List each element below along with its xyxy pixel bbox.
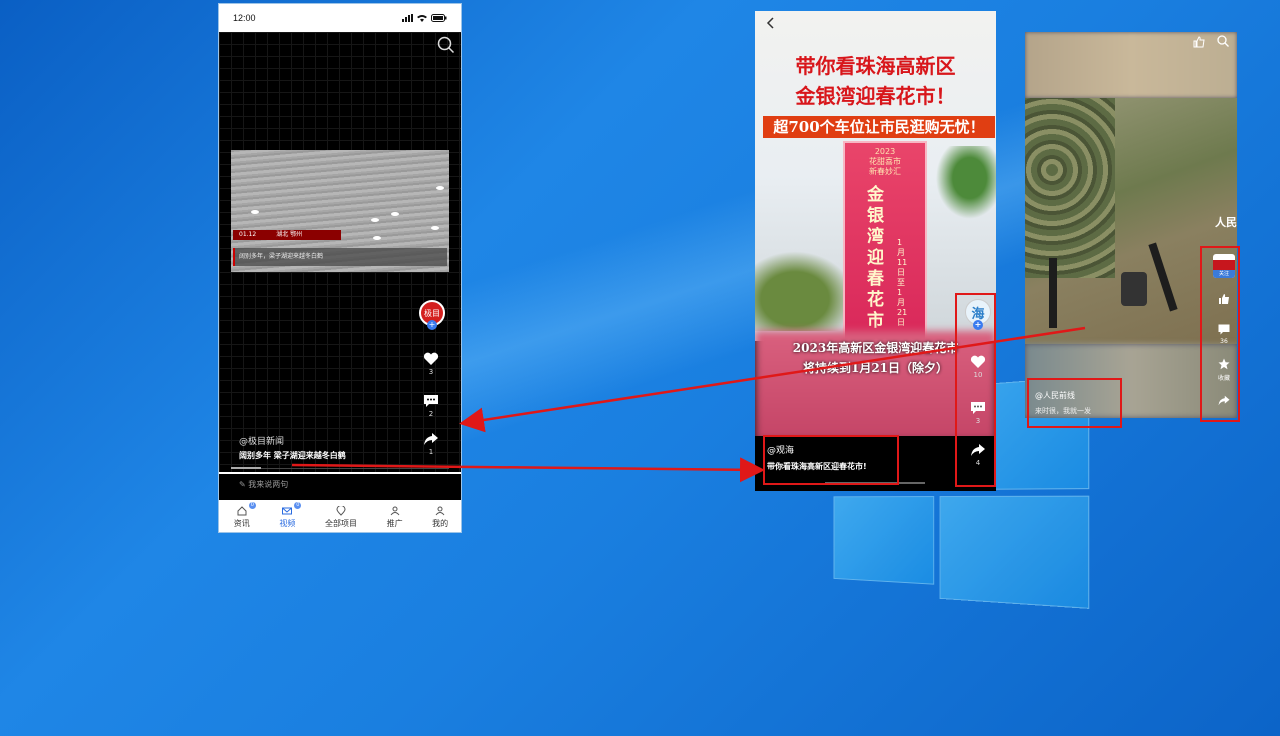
arrow-to-side-actions bbox=[459, 326, 1086, 433]
annotation-arrows bbox=[291, 326, 1086, 483]
arrow-to-author-title bbox=[291, 457, 765, 483]
